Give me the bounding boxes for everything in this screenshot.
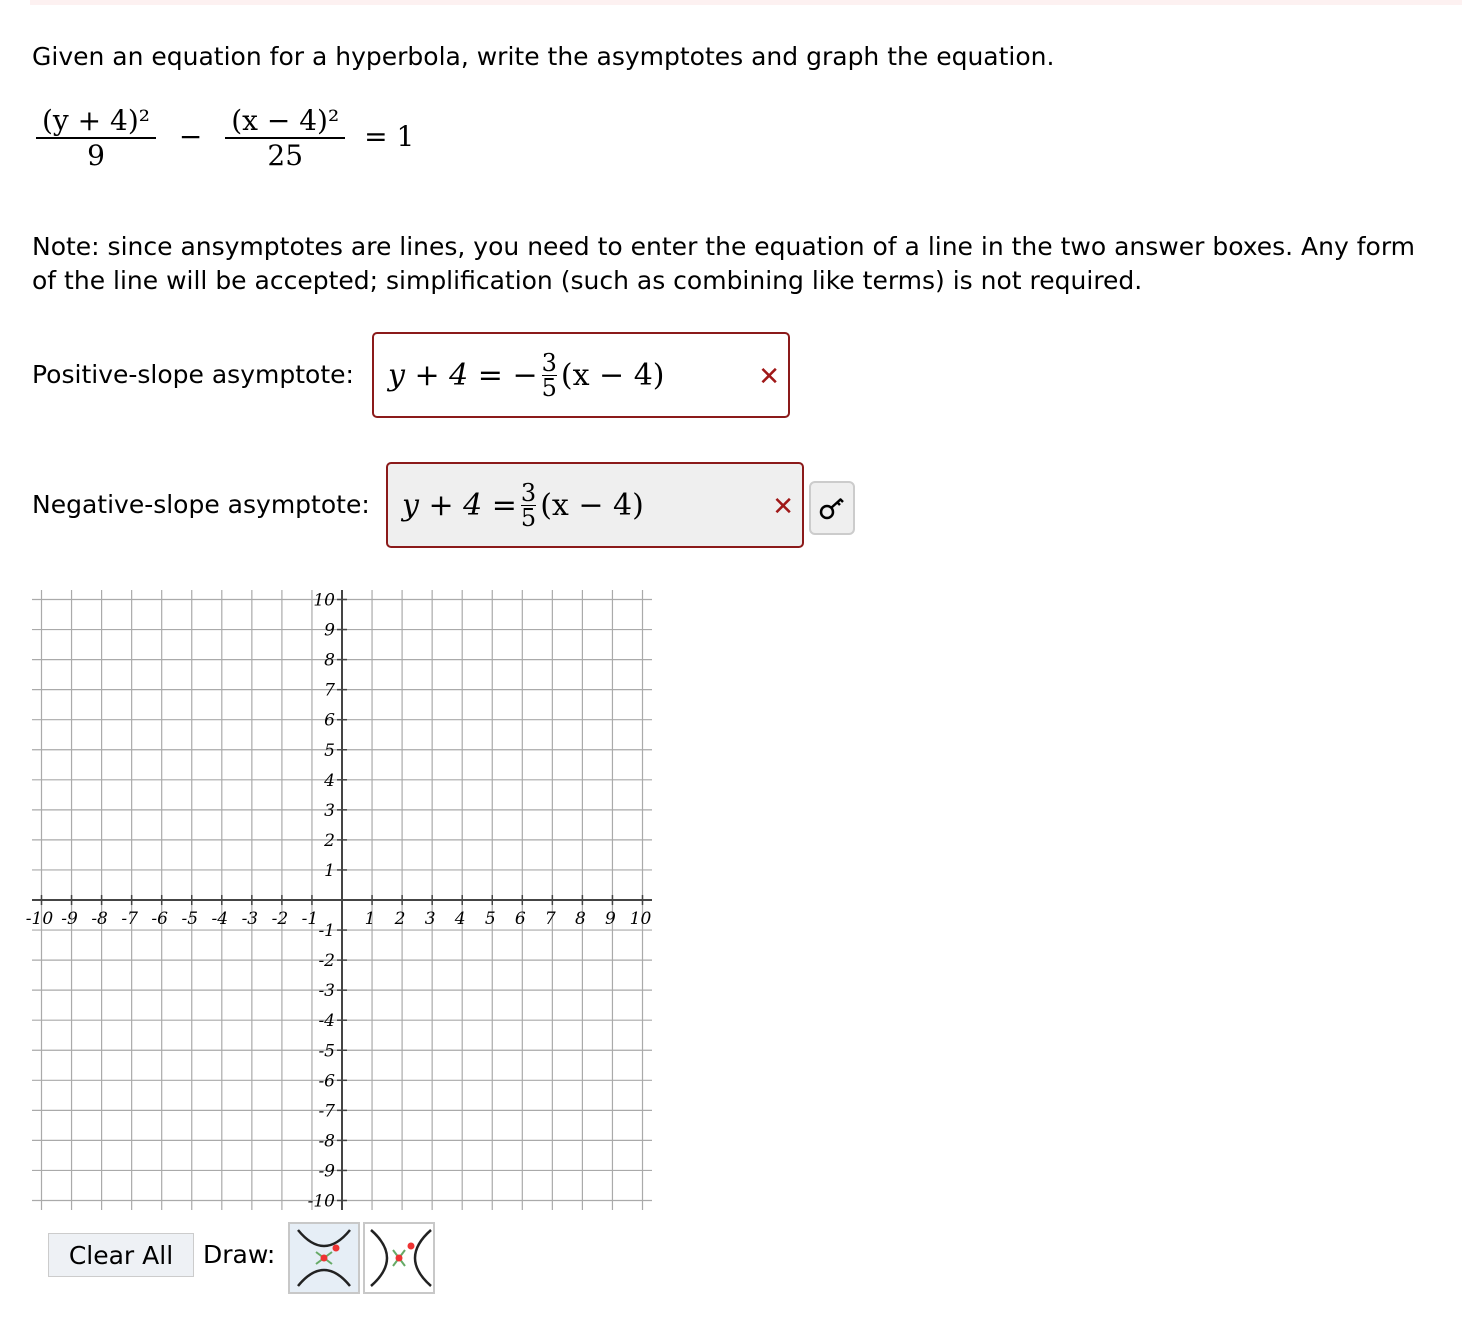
x-tick-label: -1 — [302, 909, 319, 929]
question-prompt: Given an equation for a hyperbola, write… — [32, 42, 1055, 71]
x-tick-label: -5 — [181, 909, 198, 929]
y-tick-label: 1 — [324, 861, 335, 881]
positive-slope-input[interactable]: y + 4 = − 35 (x − 4) ✕ — [372, 332, 790, 418]
y-tick-label: -3 — [318, 981, 335, 1001]
answer-key-button[interactable] — [809, 481, 855, 535]
frac-num: 3 — [541, 348, 557, 377]
y-tick-label: -6 — [318, 1071, 335, 1091]
draw-label: Draw: — [203, 1240, 276, 1269]
horizontal-hyperbola-tool[interactable] — [363, 1222, 435, 1294]
x-tick-label: 4 — [454, 909, 466, 929]
answer-fraction: 35 — [520, 478, 537, 532]
y-tick-label: 4 — [323, 771, 335, 791]
y-tick-label: 8 — [324, 651, 335, 671]
vertical-hyperbola-icon — [297, 1229, 351, 1287]
incorrect-icon: ✕ — [758, 362, 780, 392]
negative-slope-input[interactable]: y + 4 = 35 (x − 4) ✕ — [386, 462, 804, 548]
term1-denominator: 9 — [87, 139, 105, 172]
answer-rhs: (x − 4) — [560, 357, 665, 393]
x-tick-label: 7 — [545, 909, 556, 929]
incorrect-icon: ✕ — [772, 492, 794, 522]
rhs: = 1 — [364, 119, 415, 153]
minus: − — [178, 119, 203, 153]
x-tick-label: -8 — [91, 909, 108, 929]
top-bar — [30, 0, 1462, 5]
y-tick-label: -2 — [318, 951, 335, 971]
y-tick-label: -7 — [318, 1101, 335, 1121]
y-tick-label: -9 — [318, 1161, 335, 1181]
y-tick-label: 9 — [324, 621, 335, 641]
term1-numerator: (y + 4)² — [36, 104, 156, 139]
term2-numerator: (x − 4)² — [225, 104, 346, 139]
x-tick-label: 2 — [394, 909, 406, 929]
y-tick-label: 5 — [324, 741, 335, 761]
coordinate-graph[interactable]: -10 -9 -8 -7 -6 -5 -4 -3 -2 -1 1 2 3 4 5 6 7 8 9 1010987654… — [0, 580, 680, 1220]
answer-lhs: y + 4 = — [402, 487, 517, 523]
x-tick-label: -10 — [26, 909, 54, 929]
x-tick-label: -7 — [121, 909, 138, 929]
y-tick-label: -4 — [318, 1011, 335, 1031]
x-tick-label: -6 — [151, 909, 168, 929]
x-tick-label: 5 — [485, 909, 496, 929]
x-tick-label: -4 — [212, 909, 229, 929]
hyperbola-equation: (y + 4)² 9 − (x − 4)² 25 = 1 — [36, 104, 414, 172]
y-tick-label: 7 — [324, 681, 335, 701]
y-tick-label: 3 — [324, 801, 335, 821]
x-tick-label: 6 — [515, 909, 526, 929]
x-tick-label: 8 — [575, 909, 586, 929]
y-tick-label: 2 — [323, 831, 335, 851]
x-tick-label: 10 — [630, 909, 652, 929]
x-tick-label: -3 — [242, 909, 259, 929]
answer-rhs: (x − 4) — [540, 487, 644, 523]
y-tick-label: -5 — [318, 1041, 335, 1061]
key-icon — [819, 498, 844, 520]
y-tick-label: -1 — [318, 921, 335, 941]
horizontal-hyperbola-icon — [370, 1229, 432, 1287]
term2-denominator: 25 — [267, 139, 304, 172]
x-tick-label: 3 — [425, 909, 436, 929]
frac-num: 3 — [520, 478, 537, 507]
negative-slope-label: Negative-slope asymptote: — [32, 490, 370, 519]
x-tick-label: 1 — [365, 909, 376, 929]
clear-all-button[interactable]: Clear All — [48, 1233, 194, 1277]
answer-fraction: 35 — [541, 348, 557, 402]
frac-den: 5 — [541, 373, 557, 402]
x-tick-label: -2 — [272, 909, 289, 929]
x-tick-label: -9 — [61, 909, 78, 929]
y-tick-label: 10 — [313, 591, 335, 611]
y-tick-label: -8 — [318, 1131, 335, 1151]
note-text: Note: since ansymptotes are lines, you n… — [32, 232, 1416, 295]
y-tick-label: 6 — [324, 711, 335, 731]
vertical-hyperbola-tool[interactable] — [288, 1222, 360, 1294]
x-tick-label: 9 — [605, 909, 616, 929]
frac-den: 5 — [520, 503, 537, 532]
y-tick-label: -10 — [308, 1192, 336, 1212]
positive-slope-label: Positive-slope asymptote: — [32, 360, 354, 389]
answer-lhs: y + 4 = − — [388, 357, 538, 393]
